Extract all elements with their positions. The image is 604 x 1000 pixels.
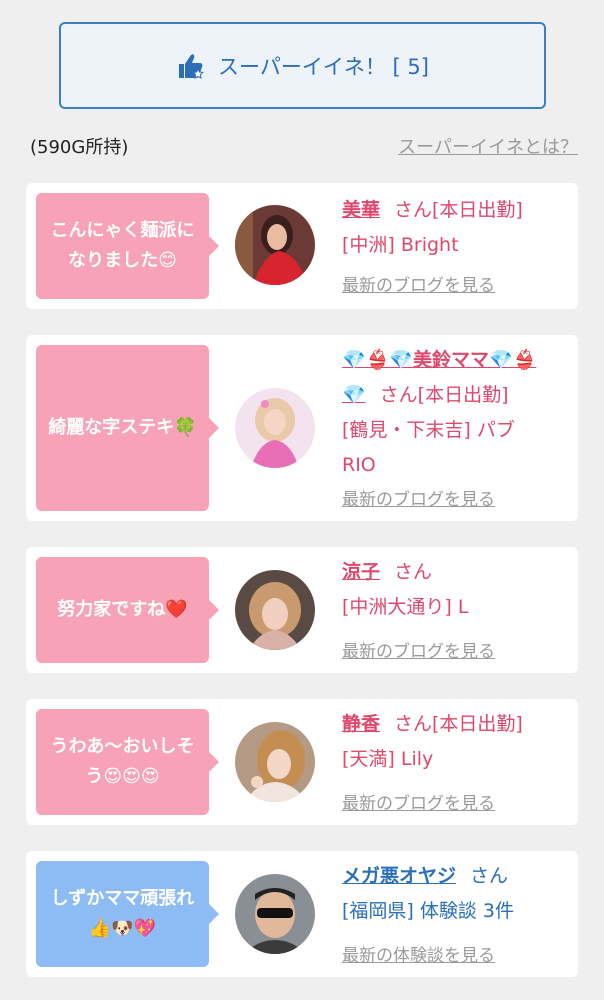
comment-text: うわあ〜おいしそ [50, 736, 195, 757]
avatar[interactable] [235, 874, 315, 954]
honorific-status: さん [470, 865, 509, 887]
avatar[interactable] [235, 388, 315, 468]
avatar[interactable] [235, 570, 315, 650]
latest-blog-link[interactable]: 最新のブログを見る [342, 789, 495, 814]
member-name-link[interactable]: 美華 [342, 199, 380, 221]
member-info: 💎👙💎美鈴ママ💎👙 💎 さん[本日出勤] [鶴見・下末吉] パブ RIO [342, 343, 566, 483]
comment-text: なりました😊 [68, 250, 177, 271]
like-card: しずかママ頑張れ 👍🐶💖 メガ悪オヤジ さん [福岡県] 体験談 3件 最新の体験… [26, 851, 578, 977]
comment-text: 👍🐶💖 [88, 918, 157, 939]
shop-info: [中洲] Bright [342, 234, 459, 256]
member-info: 静香 さん[本日出勤] [天満] Lily [342, 707, 566, 777]
member-name-link[interactable]: メガ悪オヤジ [342, 865, 456, 887]
member-info: 涼子 さん [中洲大通り] L [342, 555, 566, 625]
like-card: こんにゃく麺派に なりました😊 美華 さん[本日出勤] [中洲] Bright 最… [26, 183, 578, 309]
member-name-link[interactable]: 静香 [342, 713, 380, 735]
honorific-status: さん [394, 561, 433, 583]
thumbs-up-star-icon [176, 51, 206, 81]
super-like-label: スーパーイイネ！ [ 5] [218, 54, 429, 79]
shop-info: [天満] Lily [342, 748, 434, 770]
honorific-status: さん[本日出勤] [394, 199, 523, 221]
super-like-button[interactable]: スーパーイイネ！ [ 5] [59, 22, 546, 109]
shop-info: [福岡県] 体験談 3件 [342, 900, 514, 922]
comment-text: 努力家ですね❤️ [57, 599, 188, 620]
what-is-super-like-link[interactable]: スーパーイイネとは？ [398, 133, 578, 159]
latest-experience-link[interactable]: 最新の体験談を見る [342, 941, 495, 966]
shop-info-cont: RIO [342, 454, 376, 476]
member-name-link-cont[interactable]: 💎 [342, 384, 366, 406]
latest-blog-link[interactable]: 最新のブログを見る [342, 271, 495, 296]
avatar[interactable] [235, 722, 315, 802]
honorific-status: さん[本日出勤] [394, 713, 523, 735]
comment-bubble: しずかママ頑張れ 👍🐶💖 [36, 861, 219, 967]
like-card: 努力家ですね❤️ 涼子 さん [中洲大通り] L 最新のブログを見る [26, 547, 578, 673]
comment-text: こんにゃく麺派に [50, 220, 195, 241]
comment-bubble: こんにゃく麺派に なりました😊 [36, 193, 219, 299]
avatar[interactable] [235, 205, 315, 285]
like-card: うわあ〜おいしそ う😍😍😍 静香 さん[本日出勤] [天満] Lily 最新のブロ… [26, 699, 578, 825]
shop-info: [鶴見・下末吉] パブ [342, 419, 515, 441]
member-info: 美華 さん[本日出勤] [中洲] Bright [342, 193, 566, 263]
latest-blog-link[interactable]: 最新のブログを見る [342, 485, 495, 510]
comment-bubble: うわあ〜おいしそ う😍😍😍 [36, 709, 219, 815]
comment-text: 綺麗な字ステキ🍀 [48, 417, 197, 438]
comment-text: う😍😍😍 [85, 766, 160, 787]
member-name-link[interactable]: 涼子 [342, 561, 380, 583]
member-name-link[interactable]: 💎👙💎美鈴ママ💎👙 [342, 349, 536, 371]
honorific-status: さん[本日出勤] [379, 384, 509, 406]
latest-blog-link[interactable]: 最新のブログを見る [342, 637, 495, 662]
comment-bubble: 努力家ですね❤️ [36, 557, 219, 663]
comment-bubble: 綺麗な字ステキ🍀 [36, 345, 219, 511]
comment-text: しずかママ頑張れ [50, 888, 195, 909]
like-card: 綺麗な字ステキ🍀 💎👙💎美鈴ママ💎👙 💎 さん[本日出勤] [鶴見・下末吉] パブ… [26, 335, 578, 521]
shop-info: [中洲大通り] L [342, 596, 469, 618]
owned-gold-text: (590G所持) [30, 137, 129, 158]
member-info: メガ悪オヤジ さん [福岡県] 体験談 3件 [342, 859, 566, 929]
